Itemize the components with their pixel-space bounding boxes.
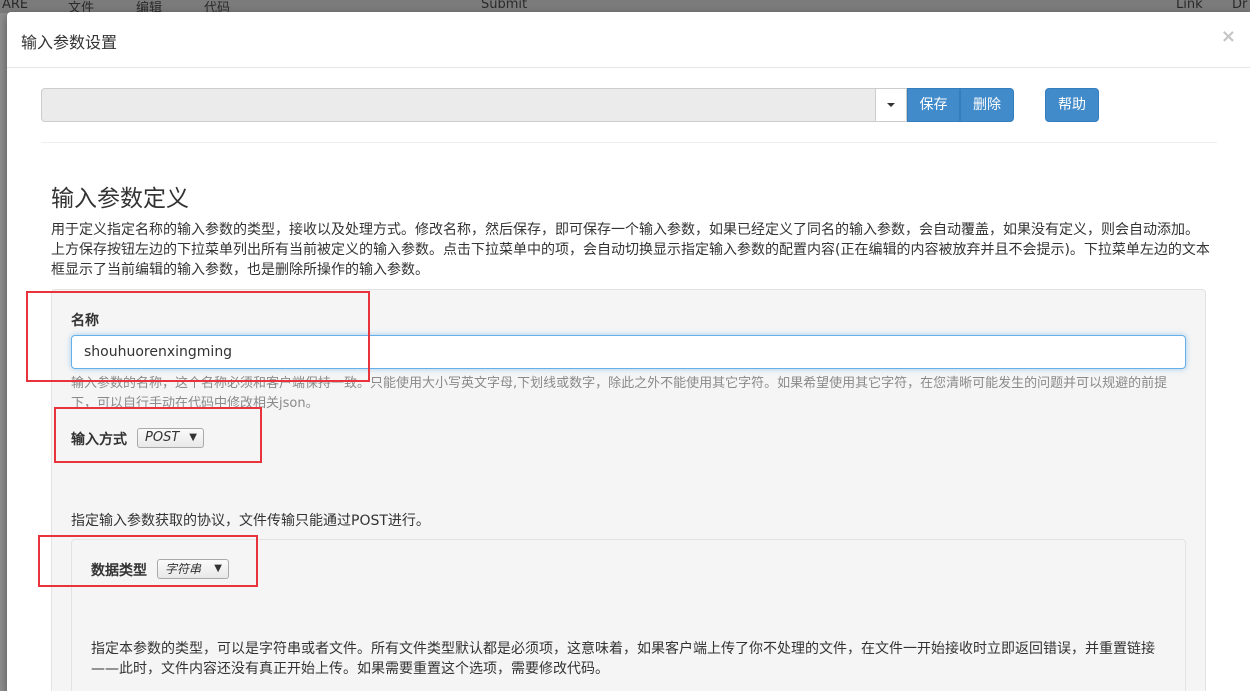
background-dr: Dr <box>1232 0 1248 12</box>
divider <box>41 142 1217 143</box>
background-submit: Submit <box>481 0 528 12</box>
caret-down-icon <box>887 103 895 107</box>
annotation-box-type <box>38 535 258 587</box>
dialog-title: 输入参数设置 <box>21 33 118 52</box>
help-button[interactable]: 帮助 <box>1045 88 1099 122</box>
annotation-box-method <box>54 407 262 463</box>
save-button[interactable]: 保存 <box>907 88 960 122</box>
section-intro: 用于定义指定名称的输入参数的类型，接收以及处理方式。修改名称，然后保存，即可保存… <box>51 222 1210 278</box>
type-help-text: 指定本参数的类型，可以是字符串或者文件。所有文件类型默认都是必须项，这意味着，如… <box>91 641 1155 677</box>
param-dropdown-button[interactable] <box>876 88 907 122</box>
background-brand: ARE <box>2 0 29 12</box>
param-toolbar: 保存 删除 帮助 <box>41 88 1101 122</box>
background-link: Link <box>1176 0 1203 12</box>
current-param-textbox[interactable] <box>41 88 876 122</box>
annotation-box-name <box>26 291 370 382</box>
section-title: 输入参数定义 <box>51 186 189 212</box>
close-icon[interactable]: × <box>1221 26 1236 47</box>
dialog-header: 输入参数设置 × <box>7 12 1250 68</box>
delete-button[interactable]: 删除 <box>960 88 1014 122</box>
method-help-text: 指定输入参数获取的协议，文件传输只能通过POST进行。 <box>71 513 430 529</box>
